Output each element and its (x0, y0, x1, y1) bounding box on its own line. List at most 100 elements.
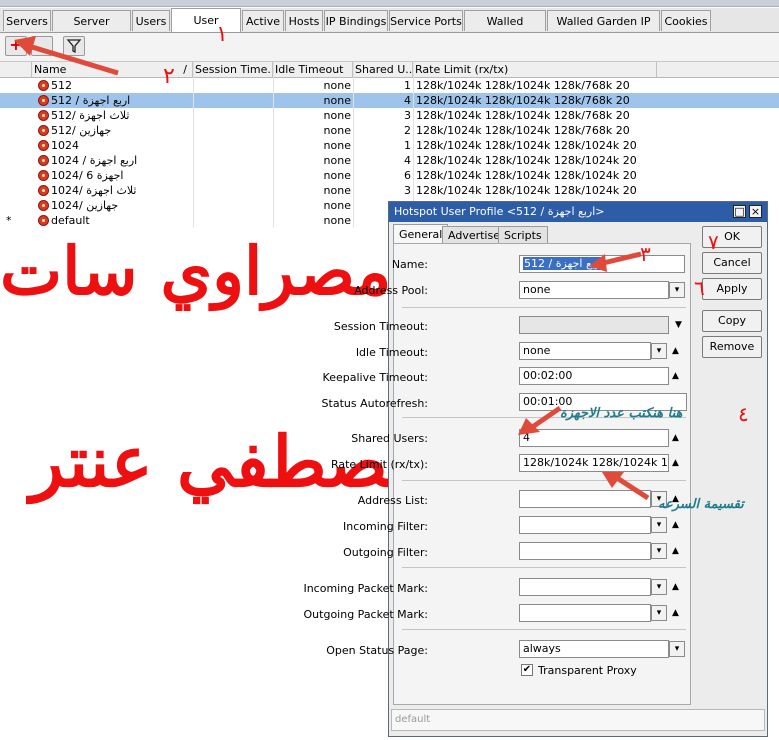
table-row[interactable]: 512 none 1 128k/1024k 128k/1024k 128k/768k … (0, 78, 779, 93)
outgoing-packet-mark-dropdown[interactable]: ▾ (651, 605, 667, 621)
expand-arrow-icon[interactable]: ▲ (672, 432, 679, 444)
row-marker (6, 108, 20, 123)
tab-walled-garden-ip-list[interactable]: Walled Garden IP List (547, 10, 660, 49)
cell-name: 1024 (51, 139, 79, 152)
tab-walled-garden[interactable]: Walled Garden (464, 10, 546, 49)
tab-server-profiles[interactable]: Server Profiles (52, 10, 131, 49)
separator (402, 567, 686, 568)
close-button[interactable]: × (749, 205, 762, 218)
address-pool-label: Address Pool: (354, 284, 428, 297)
address-pool-select[interactable]: none (519, 281, 669, 299)
rate-limit-label: Rate Limit (rx/tx): (330, 458, 428, 471)
table-row[interactable]: ثلاث اجهزة /512 none 3 128k/1024k 128k/1024… (0, 108, 779, 123)
idle-timeout-label: Idle Timeout: (355, 346, 428, 359)
header-idle-timeout[interactable]: Idle Timeout (273, 62, 353, 77)
profile-icon (38, 110, 49, 121)
outgoing-filter-label: Outgoing Filter: (343, 546, 428, 559)
table-row[interactable]: 512 / اربع اجهزة none 4 128k/1024k 128k/102… (0, 93, 779, 108)
cell-name: جهازين /1024 (51, 199, 119, 212)
incoming-filter-dropdown[interactable]: ▾ (651, 517, 667, 533)
tab-ip-bindings[interactable]: IP Bindings (324, 10, 388, 31)
incoming-packet-mark-field[interactable] (519, 578, 651, 596)
open-status-page-select[interactable]: always (519, 640, 669, 658)
outgoing-packet-mark-field[interactable] (519, 604, 651, 622)
open-status-page-label: Open Status Page: (326, 644, 428, 657)
cell-shared-users: 1 (404, 79, 411, 92)
table-row[interactable]: جهازين /512 none 2 128k/1024k 128k/1024k 12… (0, 123, 779, 138)
expand-arrow-icon[interactable]: ▲ (672, 457, 679, 469)
cell-name: ثلاث اجهزة /512 (51, 109, 130, 122)
expand-arrow-icon[interactable]: ▲ (672, 545, 679, 557)
header-rate-limit[interactable]: Rate Limit (rx/tx) (413, 62, 657, 77)
expand-arrow-icon[interactable]: ▲ (672, 581, 679, 593)
row-marker: * (6, 214, 12, 227)
dialog-tab-advertise[interactable]: Advertise (442, 226, 506, 244)
cell-idle-timeout: none (323, 79, 351, 92)
overlay-num-1: ١ (216, 22, 228, 47)
expand-arrow-icon[interactable]: ▲ (672, 345, 679, 357)
maximize-button[interactable]: □ (733, 205, 746, 218)
cell-idle-timeout: none (323, 214, 351, 227)
expand-arrow-icon[interactable]: ▲ (672, 607, 679, 619)
idle-timeout-field[interactable]: none (519, 342, 651, 360)
transparent-proxy-checkbox[interactable]: ✔ (521, 664, 533, 676)
table-row[interactable]: ثلاث اجهزة /1024 none 3 128k/1024k 128k/102… (0, 183, 779, 198)
cell-rate-limit: 128k/1024k 128k/1024k 128k/1024k 20 (416, 184, 637, 197)
cell-name: جهازين /512 (51, 124, 112, 137)
copy-button[interactable]: Copy (702, 310, 762, 332)
tab-user-profiles[interactable]: User Profiles (171, 8, 241, 51)
cell-idle-timeout: none (323, 139, 351, 152)
maximize-icon: □ (734, 205, 745, 218)
column-divider (273, 62, 274, 228)
expand-arrow-icon[interactable]: ▲ (672, 519, 679, 531)
idle-timeout-dropdown[interactable]: ▾ (651, 343, 667, 359)
incoming-packet-mark-dropdown[interactable]: ▾ (651, 579, 667, 595)
incoming-filter-field[interactable] (519, 516, 651, 534)
cell-name: 512 / اربع اجهزة (51, 94, 131, 107)
column-divider (193, 62, 194, 228)
remove-profile-button[interactable]: Remove (702, 336, 762, 358)
profile-icon (38, 170, 49, 181)
dialog-tab-scripts[interactable]: Scripts (498, 226, 548, 244)
table-row[interactable]: اربع اجهزة / 1024 none 4 128k/1024k 128k/10… (0, 153, 779, 168)
cell-rate-limit: 128k/1024k 128k/1024k 128k/1024k 20 (416, 169, 637, 182)
name-label: Name: (391, 258, 428, 271)
cell-shared-users: 1 (404, 139, 411, 152)
dialog-tab-general[interactable]: General (393, 224, 449, 244)
dropdown-icon: ▾ (656, 582, 662, 592)
expand-arrow-icon[interactable]: ▲ (672, 370, 679, 382)
cell-shared-users: 3 (404, 184, 411, 197)
session-timeout-field[interactable] (519, 316, 669, 334)
outgoing-filter-dropdown[interactable]: ▾ (651, 543, 667, 559)
outgoing-filter-field[interactable] (519, 542, 651, 560)
cell-shared-users: 6 (404, 169, 411, 182)
status-autorefresh-label: Status Autorefresh: (321, 397, 428, 410)
tab-servers[interactable]: Servers (3, 10, 51, 31)
header-shared-users[interactable]: Shared U... (353, 62, 413, 77)
cell-shared-users: 3 (404, 109, 411, 122)
dialog-title-bar: Hotspot User Profile <512 / اربع اجهزة> (389, 202, 767, 222)
annotation-arrow-add (14, 36, 119, 76)
tab-service-ports[interactable]: Service Ports (389, 10, 463, 31)
row-marker (6, 168, 20, 183)
cancel-button[interactable]: Cancel (702, 252, 762, 274)
tab-active[interactable]: Active (242, 10, 284, 31)
collapse-arrow-icon[interactable]: ▼ (675, 319, 682, 331)
table-row[interactable]: اجهزة 6 /1024 none 6 128k/1024k 128k/1024k … (0, 168, 779, 183)
apply-button[interactable]: Apply (702, 278, 762, 300)
tab-hosts[interactable]: Hosts (285, 10, 323, 31)
cell-name: default (51, 214, 90, 227)
tab-users[interactable]: Users (132, 10, 170, 31)
cell-shared-users: 4 (404, 154, 411, 167)
column-divider (353, 62, 354, 228)
profile-icon (38, 95, 49, 106)
tab-cookies[interactable]: Cookies (661, 10, 711, 31)
table-row[interactable]: 1024 none 1 128k/1024k 128k/1024k 128k/1024… (0, 138, 779, 153)
address-pool-dropdown[interactable]: ▾ (669, 282, 685, 298)
keepalive-timeout-field[interactable]: 00:02:00 (519, 367, 669, 385)
cell-rate-limit: 128k/1024k 128k/1024k 128k/768k 20 (416, 109, 630, 122)
cell-name: ثلاث اجهزة /1024 (51, 184, 137, 197)
dropdown-icon: ▾ (674, 285, 680, 295)
header-session-time[interactable]: Session Time... (193, 62, 273, 77)
open-status-page-dropdown[interactable]: ▾ (669, 641, 685, 657)
